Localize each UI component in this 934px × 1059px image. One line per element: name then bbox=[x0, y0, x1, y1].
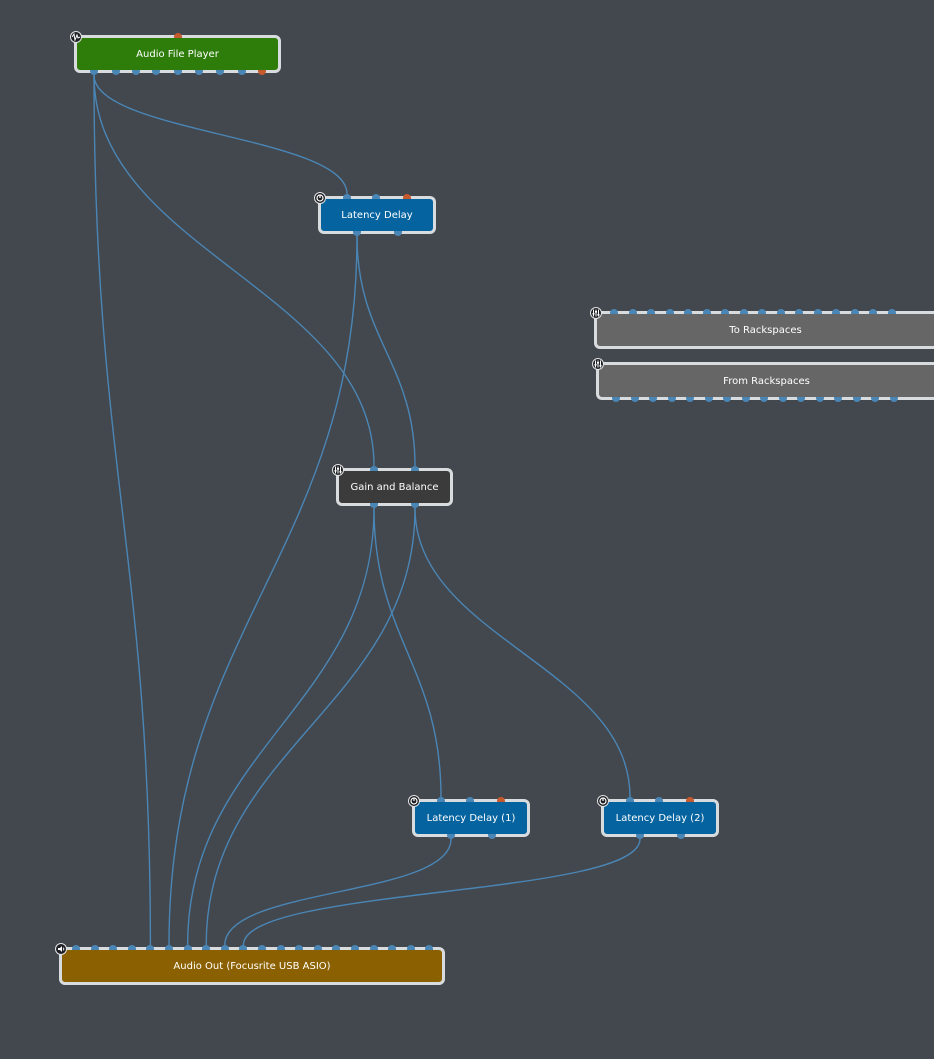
connection-wire[interactable] bbox=[205, 507, 416, 946]
mixer-sliders-icon bbox=[332, 464, 344, 476]
audio-input-pin[interactable] bbox=[647, 309, 655, 314]
node-label: Audio Out (Focusrite USB ASIO) bbox=[173, 960, 331, 972]
midi-input-pin[interactable] bbox=[497, 797, 505, 802]
node-label: Gain and Balance bbox=[350, 481, 439, 493]
audio-input-pin[interactable] bbox=[370, 466, 378, 471]
connection-wire[interactable] bbox=[168, 235, 358, 946]
audio-input-pin[interactable] bbox=[72, 945, 80, 950]
node-label: Audio File Player bbox=[136, 48, 219, 60]
audio-input-pin[interactable] bbox=[165, 945, 173, 950]
node-from-rackspaces[interactable]: From Rackspaces bbox=[592, 358, 934, 402]
audio-input-pin[interactable] bbox=[610, 309, 618, 314]
audio-input-pin[interactable] bbox=[628, 309, 637, 314]
audio-output-pin[interactable] bbox=[815, 397, 824, 402]
node-audio-out[interactable]: Audio Out (Focusrite USB ASIO) bbox=[55, 943, 445, 985]
audio-input-pin[interactable] bbox=[626, 797, 634, 802]
audio-input-pin[interactable] bbox=[411, 466, 419, 471]
plugin-knob-icon bbox=[314, 192, 326, 204]
mixer-sliders-icon bbox=[590, 307, 602, 319]
node-gain-and-balance[interactable]: Gain and Balance bbox=[332, 464, 453, 508]
audio-input-pin[interactable] bbox=[351, 945, 359, 950]
audio-input-pin[interactable] bbox=[109, 945, 118, 950]
midi-input-pin[interactable] bbox=[174, 33, 182, 38]
audio-input-pin[interactable] bbox=[721, 309, 729, 314]
node-label: Latency Delay (2) bbox=[615, 812, 705, 824]
node-label: From Rackspaces bbox=[723, 375, 810, 387]
mixer-sliders-icon bbox=[592, 358, 604, 370]
audio-input-pin[interactable] bbox=[90, 945, 99, 950]
audio-input-pin[interactable] bbox=[665, 309, 674, 314]
node-latency-delay-2[interactable]: Latency Delay (2) bbox=[597, 795, 719, 839]
audio-input-pin[interactable] bbox=[295, 945, 304, 950]
plugin-knob-icon bbox=[408, 795, 420, 807]
connection-wire[interactable] bbox=[224, 838, 452, 946]
audio-output-pin[interactable] bbox=[704, 397, 713, 402]
node-label: To Rackspaces bbox=[729, 324, 802, 336]
audio-input-pin[interactable] bbox=[258, 945, 266, 950]
audio-input-pin[interactable] bbox=[887, 309, 896, 314]
audio-input-pin[interactable] bbox=[425, 945, 434, 950]
connection-wire[interactable] bbox=[414, 507, 631, 798]
audio-input-pin[interactable] bbox=[388, 945, 397, 950]
audio-input-pin[interactable] bbox=[183, 945, 192, 950]
connection-wire[interactable] bbox=[356, 235, 416, 467]
audio-input-pin[interactable] bbox=[739, 309, 748, 314]
audio-input-pin[interactable] bbox=[702, 309, 711, 314]
connection-wire[interactable] bbox=[242, 838, 641, 946]
node-label: Latency Delay bbox=[341, 209, 413, 221]
audio-input-pin[interactable] bbox=[202, 945, 211, 950]
node-to-rackspaces[interactable]: To Rackspaces bbox=[590, 307, 934, 349]
audio-output-pin[interactable] bbox=[630, 397, 639, 402]
audio-input-pin[interactable] bbox=[437, 797, 445, 802]
node-latency-delay[interactable]: Latency Delay bbox=[314, 192, 436, 236]
routing-canvas[interactable] bbox=[0, 0, 934, 1059]
audio-input-pin[interactable] bbox=[220, 945, 229, 950]
audio-input-pin[interactable] bbox=[146, 945, 155, 950]
audio-output-pin[interactable] bbox=[778, 397, 787, 402]
audio-input-pin[interactable] bbox=[239, 945, 248, 950]
audio-input-pin[interactable] bbox=[869, 309, 877, 314]
audio-input-pin[interactable] bbox=[127, 945, 136, 950]
speaker-output-icon bbox=[55, 943, 67, 955]
midi-input-pin[interactable] bbox=[686, 797, 694, 802]
audio-input-pin[interactable] bbox=[372, 194, 380, 199]
waveform-icon bbox=[70, 31, 82, 43]
audio-input-pin[interactable] bbox=[343, 194, 351, 199]
node-latency-delay-1[interactable]: Latency Delay (1) bbox=[408, 795, 530, 839]
audio-input-pin[interactable] bbox=[655, 797, 663, 802]
audio-output-pin[interactable] bbox=[741, 397, 750, 402]
audio-input-pin[interactable] bbox=[832, 309, 840, 314]
connection-wire[interactable] bbox=[93, 74, 375, 467]
audio-input-pin[interactable] bbox=[332, 945, 341, 950]
audio-input-pin[interactable] bbox=[466, 797, 474, 802]
audio-input-pin[interactable] bbox=[795, 309, 803, 314]
audio-input-pin[interactable] bbox=[850, 309, 859, 314]
audio-input-pin[interactable] bbox=[813, 309, 822, 314]
audio-input-pin[interactable] bbox=[369, 945, 378, 950]
audio-output-pin[interactable] bbox=[889, 397, 898, 402]
connection-wire[interactable] bbox=[93, 74, 348, 195]
audio-output-pin[interactable] bbox=[852, 397, 861, 402]
connection-wire[interactable] bbox=[373, 507, 442, 798]
node-label: Latency Delay (1) bbox=[426, 812, 516, 824]
plugin-knob-icon bbox=[597, 795, 609, 807]
audio-input-pin[interactable] bbox=[758, 309, 766, 314]
audio-input-pin[interactable] bbox=[684, 309, 692, 314]
audio-input-pin[interactable] bbox=[313, 945, 322, 950]
connection-wire[interactable] bbox=[93, 74, 152, 946]
audio-input-pin[interactable] bbox=[276, 945, 285, 950]
audio-output-pin[interactable] bbox=[667, 397, 676, 402]
audio-input-pin[interactable] bbox=[406, 945, 415, 950]
midi-input-pin[interactable] bbox=[403, 194, 411, 199]
node-audio-file-player[interactable]: Audio File Player bbox=[70, 31, 281, 75]
audio-input-pin[interactable] bbox=[776, 309, 785, 314]
